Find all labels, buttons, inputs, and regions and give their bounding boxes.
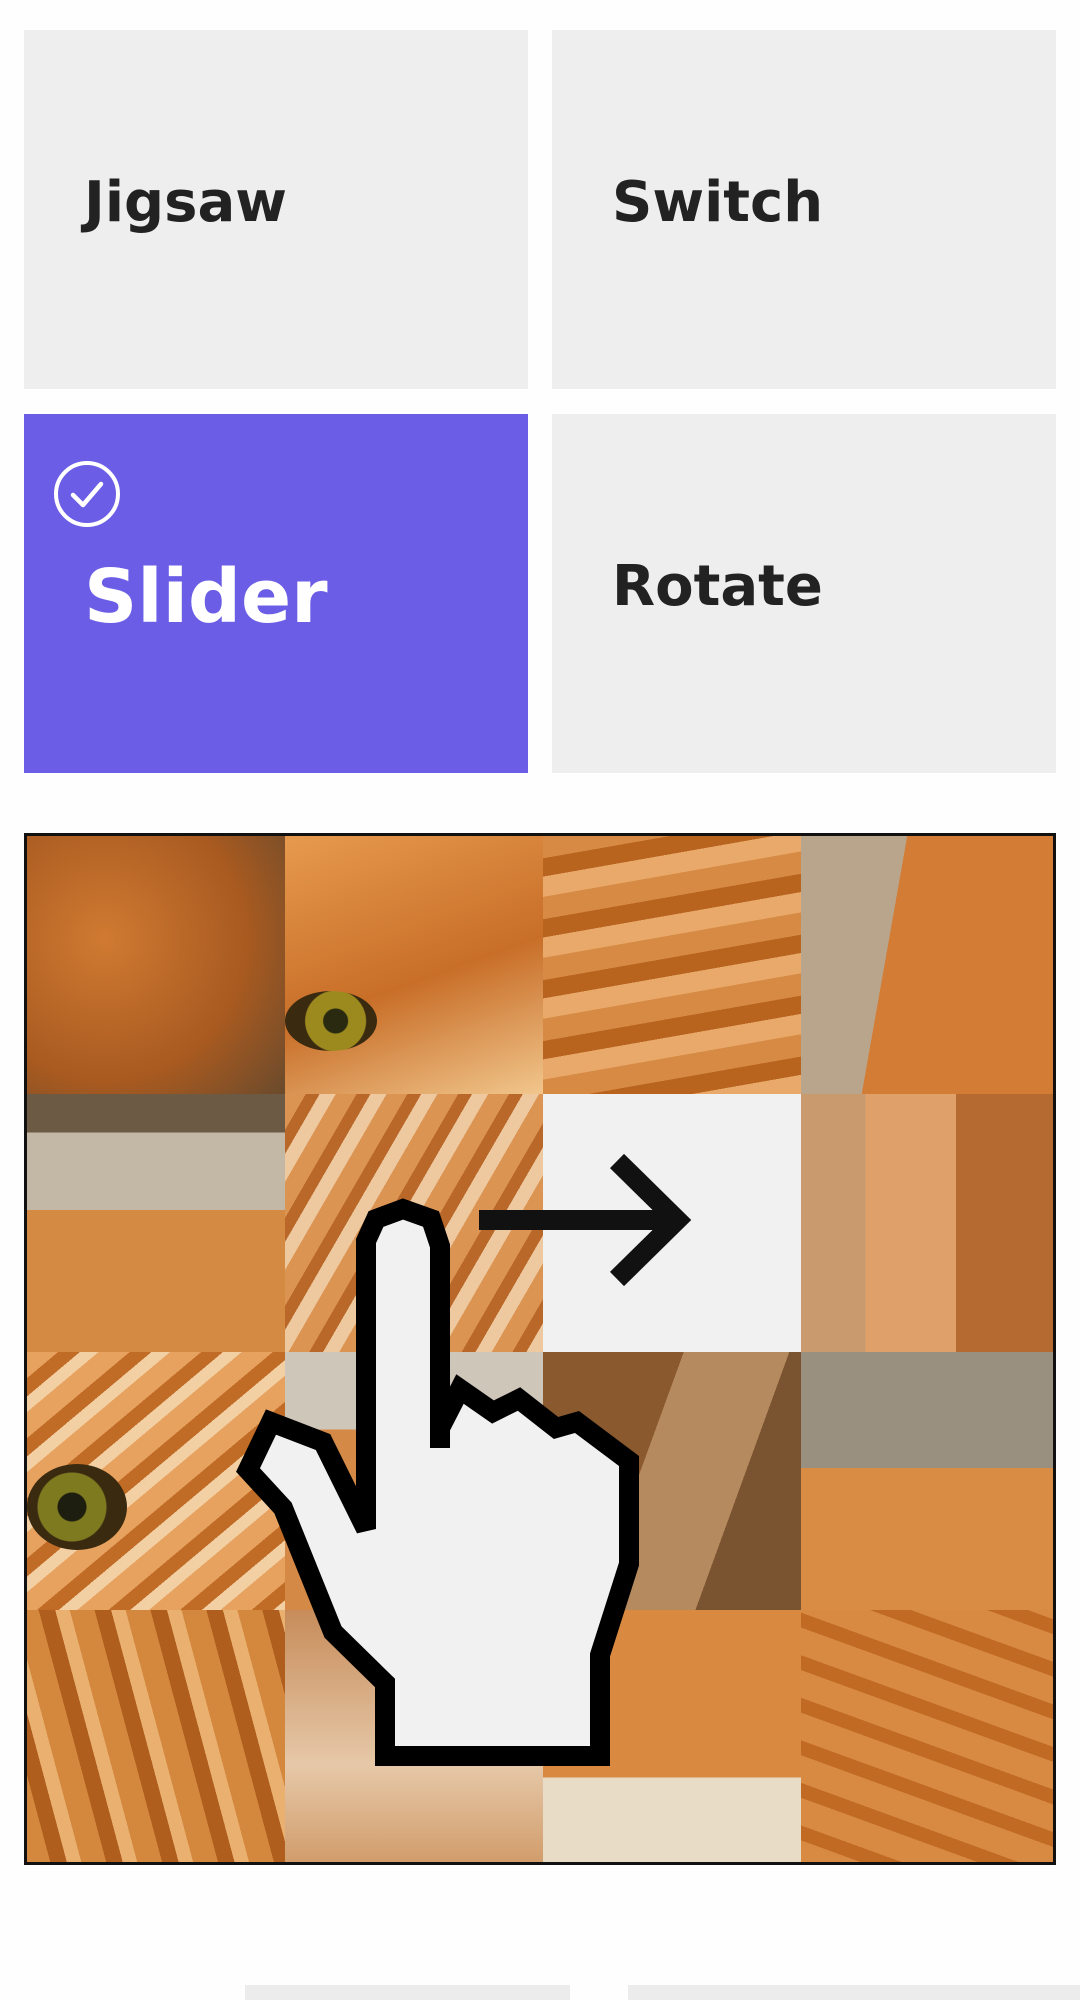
mode-tile-slider[interactable]: Slider bbox=[24, 414, 528, 773]
mode-label-switch: Switch bbox=[612, 170, 824, 235]
arrow-right-icon bbox=[479, 1153, 692, 1287]
mode-label-jigsaw: Jigsaw bbox=[84, 170, 287, 235]
slide-hint bbox=[236, 1153, 692, 1766]
mode-tile-rotate[interactable]: Rotate bbox=[552, 414, 1056, 773]
mode-label-rotate: Rotate bbox=[612, 554, 823, 619]
check-circle-icon bbox=[54, 461, 120, 527]
puzzle-board bbox=[24, 833, 1056, 1865]
bottom-button-left[interactable] bbox=[245, 1985, 570, 2000]
mode-label-slider: Slider bbox=[84, 554, 328, 640]
bottom-button-right[interactable] bbox=[628, 1985, 1080, 2000]
mode-tile-switch[interactable]: Switch bbox=[552, 30, 1056, 389]
mode-tile-jigsaw[interactable]: Jigsaw bbox=[24, 30, 528, 389]
hand-pointer-icon bbox=[236, 1198, 639, 1766]
